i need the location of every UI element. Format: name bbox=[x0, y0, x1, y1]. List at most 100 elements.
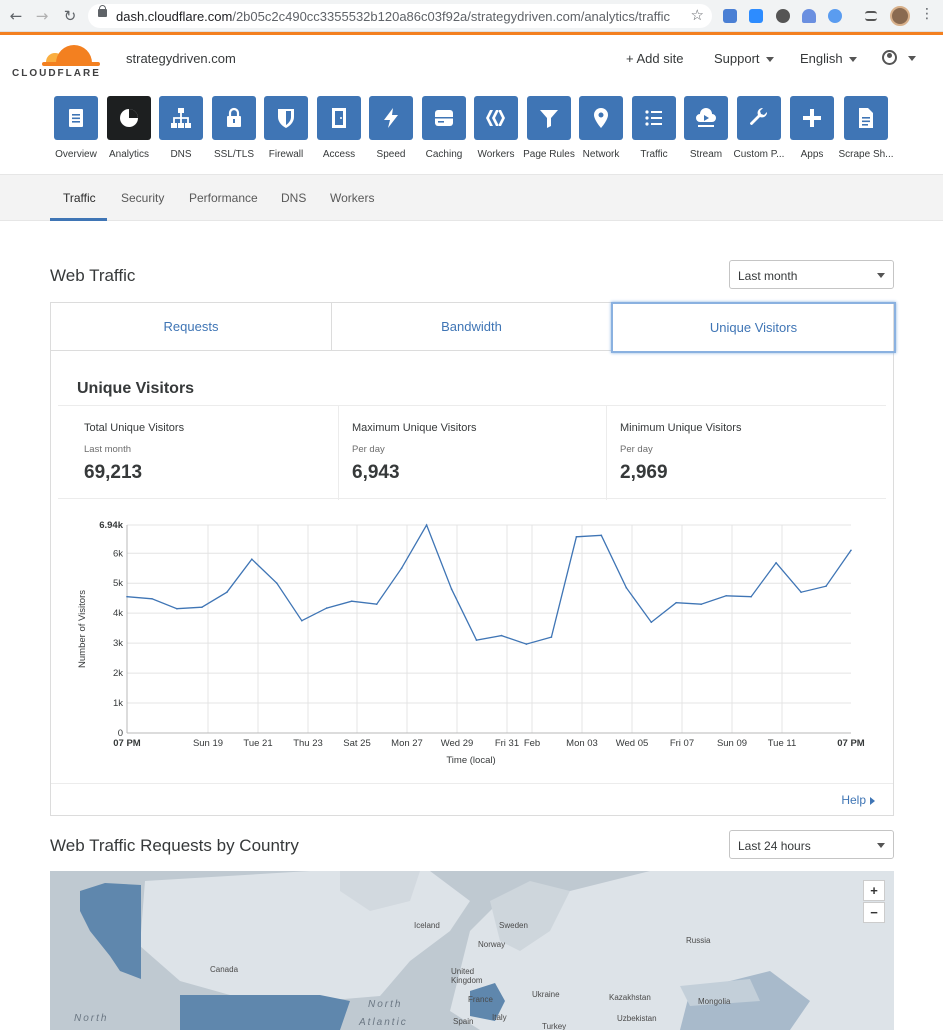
extension-icon[interactable] bbox=[828, 9, 842, 23]
pie-chart-icon bbox=[107, 96, 151, 140]
analytics-subnav: Traffic Security Performance DNS Workers bbox=[0, 175, 943, 221]
data-point bbox=[301, 619, 303, 622]
map-label: United Kingdom bbox=[451, 967, 483, 985]
site-name[interactable]: strategydriven.com bbox=[126, 51, 236, 66]
tab-requests[interactable]: Requests bbox=[51, 303, 332, 351]
map-label: Uzbekistan bbox=[617, 1014, 657, 1023]
x-tick-label: Mon 27 bbox=[391, 738, 423, 749]
tab-traffic[interactable]: Traffic bbox=[63, 191, 96, 205]
bookmark-star-icon[interactable]: ☆ bbox=[691, 6, 704, 24]
chevron-down-icon bbox=[877, 843, 885, 848]
x-tick-label: Mon 03 bbox=[566, 738, 598, 749]
chevron-down-icon[interactable] bbox=[908, 56, 916, 61]
map-label: Mongolia bbox=[698, 997, 731, 1006]
map-label: France bbox=[468, 995, 493, 1004]
tab-unique-visitors[interactable]: Unique Visitors bbox=[611, 302, 896, 353]
web-traffic-title: Web Traffic bbox=[50, 266, 136, 285]
x-tick-label: Wed 29 bbox=[441, 738, 474, 749]
media-control-icon[interactable] bbox=[865, 11, 877, 21]
cloud-extension-icon[interactable] bbox=[802, 9, 816, 23]
app-network[interactable]: Network bbox=[571, 96, 631, 160]
support-menu[interactable]: Support bbox=[714, 51, 774, 66]
data-point bbox=[600, 534, 603, 537]
map-label: Ukraine bbox=[532, 990, 560, 999]
app-access[interactable]: Access bbox=[309, 96, 369, 160]
app-label: Speed bbox=[376, 149, 406, 160]
app-ssl-tls[interactable]: SSL/TLS bbox=[204, 96, 264, 160]
stat-value: 2,969 bbox=[620, 462, 668, 483]
app-page-rules[interactable]: Page Rules bbox=[519, 96, 579, 160]
app-stream[interactable]: Stream bbox=[676, 96, 736, 160]
data-point bbox=[550, 636, 553, 638]
app-firewall[interactable]: Firewall bbox=[256, 96, 316, 160]
app-speed[interactable]: Speed bbox=[361, 96, 421, 160]
ocean-label: North bbox=[368, 999, 403, 1010]
app-label: Apps bbox=[800, 149, 824, 160]
app-label: Firewall bbox=[268, 149, 304, 160]
y-axis-label: Number of Visitors bbox=[77, 590, 88, 668]
app-traffic[interactable]: Traffic bbox=[624, 96, 684, 160]
tab-security[interactable]: Security bbox=[121, 191, 164, 205]
y-tick-label: 6k bbox=[113, 548, 123, 559]
app-caching[interactable]: Caching bbox=[414, 96, 474, 160]
brand-wordmark: CLOUDFLARE bbox=[12, 68, 101, 79]
app-analytics[interactable]: Analytics bbox=[99, 96, 159, 160]
map-label: Iceland bbox=[414, 921, 440, 930]
panel-title: Unique Visitors bbox=[77, 380, 195, 397]
y-tick-label: 1k bbox=[113, 698, 123, 709]
app-apps[interactable]: Apps bbox=[782, 96, 842, 160]
app-workers[interactable]: Workers bbox=[466, 96, 526, 160]
back-arrow-icon[interactable]: ← bbox=[6, 6, 26, 26]
zoom-extension-icon[interactable] bbox=[749, 9, 763, 23]
cloud-play-icon bbox=[684, 96, 728, 140]
kebab-menu-icon[interactable]: ⋮ bbox=[920, 6, 934, 22]
tab-bandwidth[interactable]: Bandwidth bbox=[332, 303, 612, 351]
profile-avatar-icon[interactable] bbox=[890, 6, 910, 26]
location-pin-icon bbox=[579, 96, 623, 140]
top-header: CLOUDFLARE strategydriven.com + Add site… bbox=[0, 35, 943, 83]
world-map[interactable]: Canada Iceland Sweden Norway Russia Unit… bbox=[50, 871, 894, 1030]
data-point bbox=[151, 598, 153, 600]
x-tick-label: Sat 25 bbox=[343, 738, 370, 749]
tab-workers[interactable]: Workers bbox=[330, 191, 374, 205]
app-dns[interactable]: DNS bbox=[151, 96, 211, 160]
country-range-select[interactable]: Last 24 hours bbox=[729, 830, 894, 859]
land-usa bbox=[180, 995, 350, 1030]
app-custom-p[interactable]: Custom P... bbox=[729, 96, 789, 160]
address-bar[interactable]: dash.cloudflare.com/2b05c2c490cc3355532b… bbox=[88, 4, 712, 28]
forward-arrow-icon[interactable]: → bbox=[32, 6, 52, 26]
data-point bbox=[700, 603, 702, 605]
reload-icon[interactable]: ↻ bbox=[60, 6, 80, 26]
data-point bbox=[650, 621, 653, 623]
x-tick-label: Fri 31 bbox=[495, 738, 519, 749]
app-scrape-sh[interactable]: Scrape Sh... bbox=[836, 96, 896, 160]
x-tick-label: Feb bbox=[524, 738, 540, 749]
add-site-button[interactable]: + Add site bbox=[626, 51, 683, 66]
unique-visitors-line-chart: 01k2k3k4k5k6k6.94k07 PM Sun 19 Tue 21 Thu 2… bbox=[77, 520, 865, 766]
x-tick-label: Fri 07 bbox=[670, 738, 694, 749]
data-point bbox=[625, 586, 628, 589]
chevron-down-icon bbox=[877, 273, 885, 278]
zoom-out-button[interactable]: − bbox=[863, 902, 885, 923]
stat-value: 6,943 bbox=[352, 462, 400, 483]
extension-icon[interactable] bbox=[776, 9, 790, 23]
cloudflare-logo[interactable]: CLOUDFLARE bbox=[12, 41, 102, 79]
stat-maximum-unique-visitors: Maximum Unique Visitors Per day 6,943 bbox=[338, 406, 606, 500]
map-label: Sweden bbox=[499, 921, 528, 930]
help-link[interactable]: Help bbox=[841, 793, 875, 807]
time-range-select[interactable]: Last month bbox=[729, 260, 894, 289]
stat-label: Minimum Unique Visitors bbox=[620, 422, 742, 434]
funnel-icon bbox=[527, 96, 571, 140]
app-overview[interactable]: Overview bbox=[46, 96, 106, 160]
user-account-icon[interactable] bbox=[882, 50, 897, 65]
extension-icon[interactable] bbox=[723, 9, 737, 23]
ocean-label: Atlantic bbox=[359, 1017, 408, 1028]
y-tick-label: 6.94k bbox=[99, 520, 123, 531]
language-menu[interactable]: English bbox=[800, 51, 857, 66]
url-text: dash.cloudflare.com/2b05c2c490cc3355532b… bbox=[116, 9, 671, 24]
tab-dns[interactable]: DNS bbox=[281, 191, 306, 205]
zoom-in-button[interactable]: + bbox=[863, 880, 885, 901]
shield-icon bbox=[264, 96, 308, 140]
tab-performance[interactable]: Performance bbox=[189, 191, 258, 205]
app-label: Network bbox=[582, 149, 620, 160]
